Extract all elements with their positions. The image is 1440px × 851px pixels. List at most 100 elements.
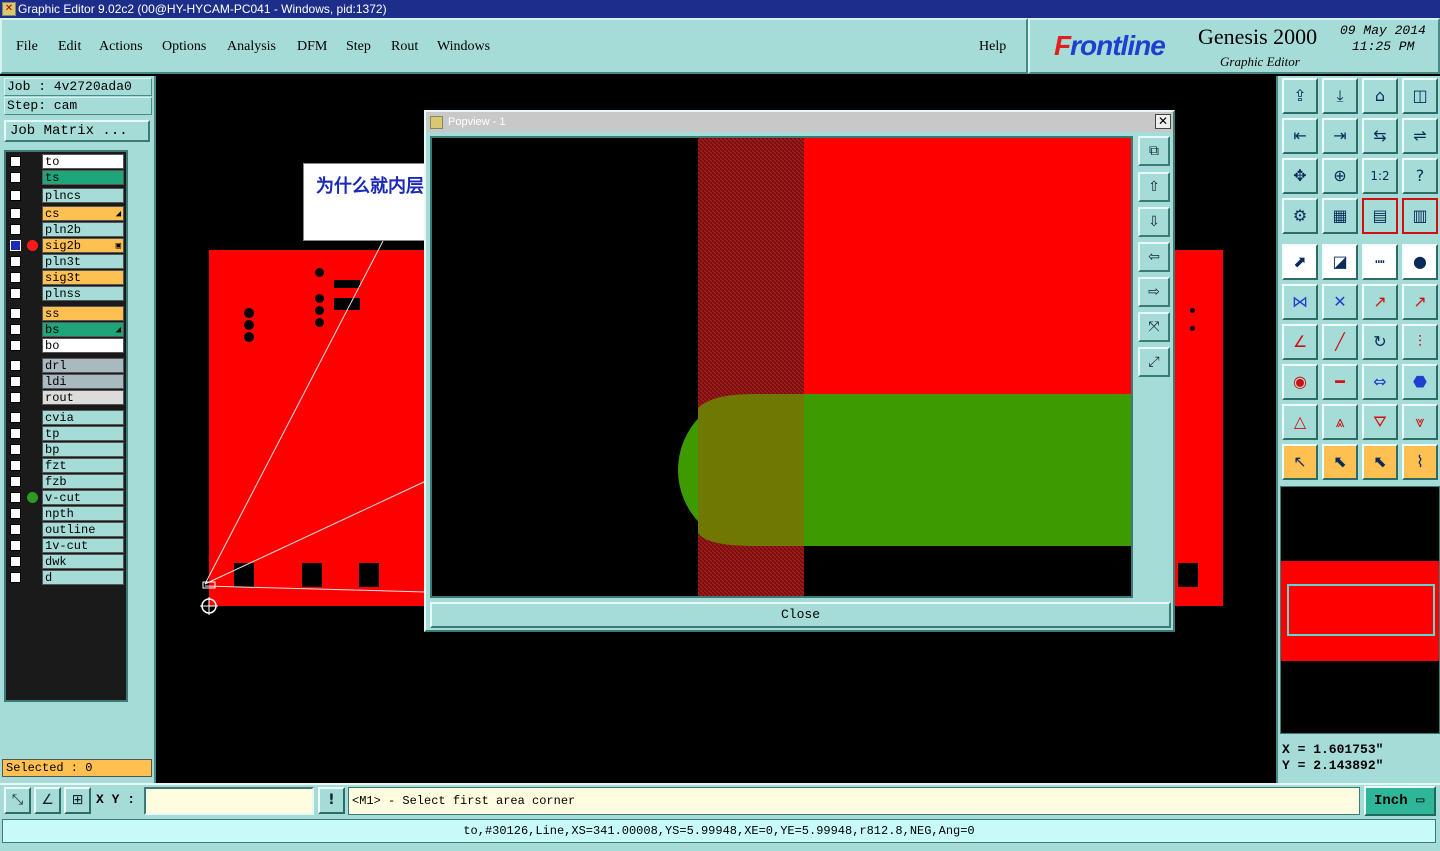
layer-name[interactable]: sig2b ▣ (42, 238, 124, 253)
warning-icon[interactable]: ! (318, 787, 345, 814)
layer-row-rout[interactable]: rout (6, 390, 126, 405)
layer-checkbox[interactable] (10, 412, 21, 423)
layer-row-ldi[interactable]: ldi (6, 374, 126, 389)
layer-name[interactable]: dwk (42, 554, 124, 569)
zoom-area-icon[interactable]: ⤡ (4, 787, 31, 814)
fit-icon[interactable]: ✥ (1282, 158, 1318, 194)
help-icon[interactable]: ? (1402, 158, 1438, 194)
grid-icon[interactable]: ▦ (1322, 198, 1358, 234)
select-net-icon[interactable]: ⌇ (1402, 444, 1438, 480)
layer-checkbox[interactable] (10, 572, 21, 583)
move-icon[interactable]: ↗ (1362, 284, 1398, 320)
layer-name[interactable]: cvia (42, 410, 124, 425)
xy-input[interactable] (144, 787, 314, 815)
center-icon[interactable]: ⊕ (1322, 158, 1358, 194)
menu-analysis[interactable]: Analysis (227, 39, 276, 55)
layer-row-plncs[interactable]: plncs (6, 188, 126, 203)
layer-row-dwk[interactable]: dwk (6, 554, 126, 569)
layer-name[interactable]: pln3t (42, 254, 124, 269)
tools-icon[interactable]: ⚙ (1282, 198, 1318, 234)
pan-left-icon[interactable]: ⇦ (1138, 242, 1170, 272)
menu-options[interactable]: Options (162, 39, 206, 55)
layer-row-v-cut[interactable]: v-cut (6, 490, 126, 505)
layer-row-drl[interactable]: drl (6, 358, 126, 373)
layer-checkbox[interactable] (10, 476, 21, 487)
menu-rout[interactable]: Rout (391, 39, 418, 55)
layer-checkbox[interactable] (10, 508, 21, 519)
layer-checkbox[interactable] (10, 360, 21, 371)
layer-checkbox[interactable] (10, 172, 21, 183)
pan-up-icon[interactable]: ⇧ (1138, 172, 1170, 202)
angle-icon[interactable]: ∠ (1282, 324, 1318, 360)
layer-row-ss[interactable]: ss (6, 306, 126, 321)
pan-right-icon[interactable]: ⇨ (1138, 277, 1170, 307)
layer-checkbox[interactable] (10, 240, 21, 251)
arc-icon[interactable]: ↻ (1362, 324, 1398, 360)
layer-row-ts[interactable]: ts (6, 170, 126, 185)
unit-selector[interactable]: Inch ▭ (1364, 786, 1436, 816)
layer-checkbox[interactable] (10, 460, 21, 471)
trim-icon[interactable]: ━ (1322, 364, 1358, 400)
layer-row-plnss[interactable]: plnss (6, 286, 126, 301)
layer-checkbox[interactable] (10, 208, 21, 219)
home-icon[interactable]: ⌂ (1362, 78, 1398, 114)
flip-icon[interactable]: ⇆ (1362, 118, 1398, 154)
layer-row-cs[interactable]: cs ◢ (6, 206, 126, 221)
layer-checkbox[interactable] (10, 444, 21, 455)
ruler-icon[interactable]: ┉ (1362, 244, 1398, 280)
line-icon[interactable]: ╱ (1322, 324, 1358, 360)
zoom-home-icon[interactable]: ⧉ (1138, 136, 1170, 166)
popview-title-bar[interactable]: Popview - 1 ✕ (426, 112, 1173, 132)
select-icon[interactable]: ↖ (1282, 444, 1318, 480)
layer-name[interactable]: sig3t (42, 270, 124, 285)
layer-checkbox[interactable] (10, 288, 21, 299)
layer-checkbox[interactable] (10, 340, 21, 351)
pan-down-icon[interactable]: ⇩ (1138, 207, 1170, 237)
layer-name[interactable]: to (42, 154, 124, 169)
layer-checkbox[interactable] (10, 256, 21, 267)
open-icon[interactable]: ⇪ (1282, 78, 1318, 114)
layer-name[interactable]: d (42, 570, 124, 585)
save-icon[interactable]: ⤓ (1322, 78, 1358, 114)
menu-actions[interactable]: Actions (99, 39, 143, 55)
layer-row-d[interactable]: d (6, 570, 126, 585)
draw-icon[interactable]: ◪ (1322, 244, 1358, 280)
layer-row-fzb[interactable]: fzb (6, 474, 126, 489)
layer-row-pln2b[interactable]: pln2b (6, 222, 126, 237)
menu-step[interactable]: Step (346, 39, 371, 55)
add-feature-icon[interactable]: ⬈ (1282, 244, 1318, 280)
ratio-icon[interactable]: 1:2 (1362, 158, 1398, 194)
layer-checkbox[interactable] (10, 556, 21, 567)
copy-icon[interactable]: ↗ (1402, 284, 1438, 320)
layer-name[interactable]: outline (42, 522, 124, 537)
layer-name[interactable]: pln2b (42, 222, 124, 237)
layer-row-to[interactable]: to (6, 154, 126, 169)
layer-checkbox[interactable] (10, 428, 21, 439)
delete-icon[interactable]: ✕ (1322, 284, 1358, 320)
layer-name[interactable]: ts (42, 170, 124, 185)
grid-snap-icon[interactable]: ⊞ (64, 787, 91, 814)
layer-checkbox[interactable] (10, 376, 21, 387)
layer-checkbox[interactable] (10, 524, 21, 535)
select-poly-icon[interactable]: ⬉ (1362, 444, 1398, 480)
layer-name[interactable]: rout (42, 390, 124, 405)
overview-frame[interactable] (1287, 584, 1435, 636)
dim-icon[interactable]: ⩔ (1402, 404, 1438, 440)
layer-name[interactable]: drl (42, 358, 124, 373)
triangle-icon[interactable]: △ (1282, 404, 1318, 440)
job-matrix-button[interactable]: Job Matrix ... (4, 120, 150, 142)
window-icon[interactable]: ◫ (1402, 78, 1438, 114)
menu-windows[interactable]: Windows (437, 39, 490, 55)
layers-alt-icon[interactable]: ▥ (1402, 198, 1438, 234)
layer-name[interactable]: 1v-cut (42, 538, 124, 553)
layer-row-cvia[interactable]: cvia (6, 410, 126, 425)
layers-icon[interactable]: ▤ (1362, 198, 1398, 234)
layer-checkbox[interactable] (10, 392, 21, 403)
menu-dfm[interactable]: DFM (297, 39, 327, 55)
layer-name[interactable]: fzb (42, 474, 124, 489)
layer-name[interactable]: v-cut (42, 490, 124, 505)
layer-checkbox[interactable] (10, 190, 21, 201)
layer-checkbox[interactable] (10, 324, 21, 335)
layer-row-sig3t[interactable]: sig3t (6, 270, 126, 285)
layer-row-sig2b[interactable]: sig2b ▣ (6, 238, 126, 253)
